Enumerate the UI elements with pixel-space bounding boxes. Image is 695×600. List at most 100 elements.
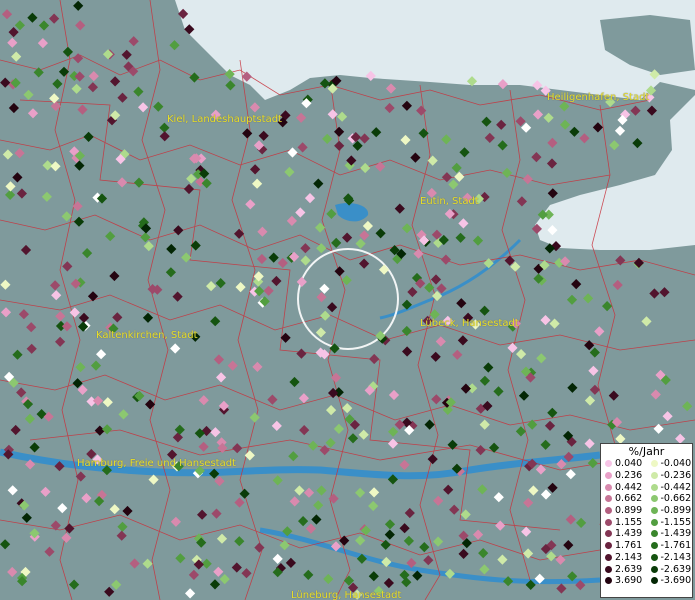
station-marker[interactable] xyxy=(333,423,344,434)
station-marker[interactable] xyxy=(294,485,305,496)
station-marker[interactable] xyxy=(430,274,442,285)
station-marker[interactable] xyxy=(368,500,379,512)
station-marker[interactable] xyxy=(567,382,578,393)
station-marker[interactable] xyxy=(540,315,551,326)
station-marker[interactable] xyxy=(159,131,170,142)
station-marker[interactable] xyxy=(579,133,590,144)
station-marker[interactable] xyxy=(430,351,441,362)
station-marker[interactable] xyxy=(399,523,410,534)
station-marker[interactable] xyxy=(252,178,263,189)
station-marker[interactable] xyxy=(516,196,527,207)
station-marker[interactable] xyxy=(662,411,673,422)
station-marker[interactable] xyxy=(316,485,327,496)
station-marker[interactable] xyxy=(594,326,605,337)
station-marker[interactable] xyxy=(659,287,670,298)
station-marker[interactable] xyxy=(536,353,547,364)
station-marker[interactable] xyxy=(583,293,594,304)
station-marker[interactable] xyxy=(547,482,558,493)
station-marker[interactable] xyxy=(325,437,336,448)
station-marker[interactable] xyxy=(138,102,149,113)
station-marker[interactable] xyxy=(489,442,500,453)
station-marker[interactable] xyxy=(8,102,19,114)
station-marker[interactable] xyxy=(234,228,245,239)
station-marker[interactable] xyxy=(23,89,34,100)
station-marker[interactable] xyxy=(289,496,300,507)
station-marker[interactable] xyxy=(379,264,390,275)
station-marker[interactable] xyxy=(102,424,113,435)
station-marker[interactable] xyxy=(518,390,530,401)
station-marker[interactable] xyxy=(37,38,48,49)
station-marker[interactable] xyxy=(608,390,619,401)
station-marker[interactable] xyxy=(337,111,348,122)
station-marker[interactable] xyxy=(104,586,115,597)
station-marker[interactable] xyxy=(24,413,35,424)
station-marker[interactable] xyxy=(10,424,21,436)
station-marker[interactable] xyxy=(649,288,660,299)
station-marker[interactable] xyxy=(296,112,307,123)
station-marker[interactable] xyxy=(189,72,200,83)
station-marker[interactable] xyxy=(540,489,552,500)
station-marker[interactable] xyxy=(227,360,238,371)
station-marker[interactable] xyxy=(111,579,122,590)
station-marker[interactable] xyxy=(254,542,265,553)
station-marker[interactable] xyxy=(546,551,557,562)
station-marker[interactable] xyxy=(394,203,405,214)
station-marker[interactable] xyxy=(271,275,282,287)
station-marker[interactable] xyxy=(169,40,180,51)
station-marker[interactable] xyxy=(145,399,156,410)
station-marker[interactable] xyxy=(122,505,133,517)
station-marker[interactable] xyxy=(263,285,274,296)
station-marker[interactable] xyxy=(256,253,267,265)
station-marker[interactable] xyxy=(320,310,331,321)
station-marker[interactable] xyxy=(234,536,245,547)
station-marker[interactable] xyxy=(297,142,308,153)
station-marker[interactable] xyxy=(358,429,369,440)
station-marker[interactable] xyxy=(630,105,641,116)
station-marker[interactable] xyxy=(632,138,643,149)
station-marker[interactable] xyxy=(399,569,410,581)
station-marker[interactable] xyxy=(472,235,484,246)
station-marker[interactable] xyxy=(546,158,558,169)
station-marker[interactable] xyxy=(165,267,176,278)
station-marker[interactable] xyxy=(51,290,62,301)
station-marker[interactable] xyxy=(90,360,102,371)
station-marker[interactable] xyxy=(69,579,80,590)
station-marker[interactable] xyxy=(242,128,253,139)
station-marker[interactable] xyxy=(26,322,37,333)
station-marker[interactable] xyxy=(118,409,129,420)
station-marker[interactable] xyxy=(277,257,288,269)
station-marker[interactable] xyxy=(388,389,400,401)
station-marker[interactable] xyxy=(12,172,23,183)
station-marker[interactable] xyxy=(210,427,221,438)
station-marker[interactable] xyxy=(87,82,98,93)
station-marker[interactable] xyxy=(21,512,32,523)
station-marker[interactable] xyxy=(73,53,84,64)
station-marker[interactable] xyxy=(497,554,508,565)
station-marker[interactable] xyxy=(303,487,315,498)
station-marker[interactable] xyxy=(78,312,90,323)
station-marker[interactable] xyxy=(503,576,514,587)
station-marker[interactable] xyxy=(479,305,490,316)
station-marker[interactable] xyxy=(313,178,324,189)
station-marker[interactable] xyxy=(522,174,533,185)
station-marker[interactable] xyxy=(102,49,114,60)
station-marker[interactable] xyxy=(563,540,574,551)
station-marker[interactable] xyxy=(2,149,13,160)
map-view[interactable]: Kiel, Landeshauptstadt Heiligenhafen, St… xyxy=(0,0,695,600)
station-marker[interactable] xyxy=(375,228,386,239)
station-marker[interactable] xyxy=(239,488,250,499)
station-marker[interactable] xyxy=(209,579,221,590)
station-marker[interactable] xyxy=(347,433,359,444)
station-marker[interactable] xyxy=(121,49,132,60)
station-marker[interactable] xyxy=(457,335,468,346)
station-marker[interactable] xyxy=(448,179,459,190)
station-marker[interactable] xyxy=(258,130,269,141)
station-marker[interactable] xyxy=(507,342,518,353)
station-marker[interactable] xyxy=(566,294,578,305)
station-marker[interactable] xyxy=(52,78,63,89)
station-marker[interactable] xyxy=(441,134,452,145)
station-marker[interactable] xyxy=(11,51,22,62)
station-marker[interactable] xyxy=(44,546,55,557)
station-marker[interactable] xyxy=(55,336,66,347)
station-marker[interactable] xyxy=(403,535,414,546)
